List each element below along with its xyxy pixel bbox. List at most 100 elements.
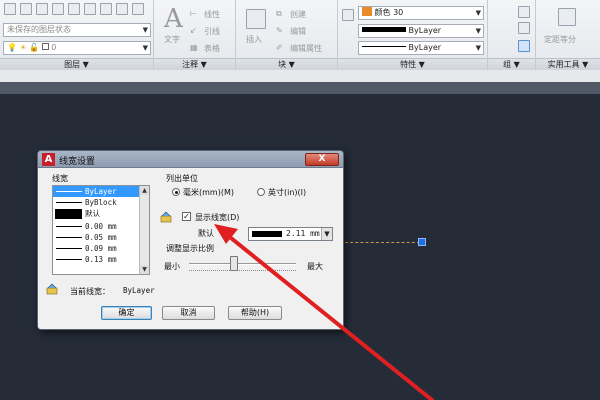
leader-icon[interactable]: ↙ <box>190 26 197 35</box>
grip-handle[interactable] <box>418 238 426 246</box>
table-icon[interactable]: ▦ <box>190 43 198 52</box>
unit-mm-radio[interactable] <box>172 188 180 196</box>
color-combo-text: 颜色 30 <box>374 8 404 17</box>
edit-block-icon[interactable]: ✎ <box>276 26 283 35</box>
dialog-body: 线宽 ByLayer ByBlock 默认 0.00 mm 0.05 mm 0.… <box>38 168 343 329</box>
group-select-icon[interactable] <box>518 40 530 52</box>
table-label[interactable]: 表格 <box>204 43 220 54</box>
lineweight-combo[interactable]: ByLayer ▼ <box>358 24 484 38</box>
file-tab-bar <box>0 82 600 94</box>
linetype-swatch-icon <box>362 46 406 47</box>
display-lineweight-checkbox[interactable]: ✓ <box>182 212 191 221</box>
lightbulb-icon: 💡 <box>7 43 17 52</box>
layer-walk-icon[interactable] <box>132 3 144 15</box>
unit-in-radio[interactable] <box>257 188 265 196</box>
ungroup-icon[interactable] <box>518 22 530 34</box>
layers-panel-title[interactable]: 图层 ▼ <box>0 58 153 70</box>
measure-icon[interactable] <box>558 8 576 26</box>
lineweight-swatch-icon <box>362 27 406 32</box>
layer-match-icon[interactable] <box>116 3 128 15</box>
lineweight-item-bylayer[interactable]: ByLayer <box>53 186 149 197</box>
chevron-down-icon: ▼ <box>321 228 332 240</box>
layer-combo[interactable]: 💡 ☀ 🔓 0 ▼ <box>3 41 151 55</box>
linetype-combo[interactable]: ByLayer ▼ <box>358 41 484 55</box>
utilities-panel-title[interactable]: 实用工具 ▼ <box>536 58 600 70</box>
unit-in-label[interactable]: 英寸(in)(I) <box>268 187 306 198</box>
close-button[interactable]: X <box>305 153 339 166</box>
unit-mm-label[interactable]: 毫米(mm)(M) <box>183 187 234 198</box>
help-button[interactable]: 帮助(H) <box>228 306 282 320</box>
lineweight-item-default[interactable]: 默认 <box>53 208 149 221</box>
chevron-down-icon: ▼ <box>475 44 481 52</box>
layer-isolate-icon[interactable] <box>36 3 48 15</box>
scroll-down-icon[interactable]: ▼ <box>140 265 149 274</box>
scale-min-label: 最小 <box>164 262 180 271</box>
text-icon[interactable]: A <box>164 4 183 34</box>
display-lineweight-label[interactable]: 显示线宽(D) <box>195 212 239 223</box>
panel-title-text: 块 <box>278 60 287 69</box>
line-sample <box>56 226 82 227</box>
chevron-down-icon: ▼ <box>475 9 481 17</box>
create-block-icon[interactable]: ⧉ <box>276 9 282 19</box>
layer-lock-icon[interactable] <box>100 3 112 15</box>
scroll-up-icon[interactable]: ▲ <box>140 186 149 195</box>
layer-state-combo[interactable]: 未保存的图层状态 ▼ <box>3 23 151 37</box>
edit-attr-label[interactable]: 编辑属性 <box>290 43 322 54</box>
text-tool-label[interactable]: 文字 <box>164 34 180 45</box>
lineweight-item-0-13[interactable]: 0.13 mm <box>53 254 149 265</box>
divide-tool-label[interactable]: 定距等分 <box>544 34 576 45</box>
display-scale-slider[interactable] <box>189 263 296 265</box>
dialog-titlebar[interactable]: A 线宽设置 X <box>38 151 343 168</box>
block-panel: 插入 ⧉ 创建 ✎ 编辑 ✐ 编辑属性 块 ▼ <box>236 0 338 70</box>
lock-icon: 🔓 <box>29 43 40 52</box>
layer-properties-icon[interactable] <box>4 3 16 15</box>
linear-dim-label[interactable]: 线性 <box>204 9 220 20</box>
block-panel-title[interactable]: 块 ▼ <box>236 58 337 70</box>
line-sample <box>56 237 82 238</box>
create-block-label[interactable]: 创建 <box>290 9 306 20</box>
lineweight-item-label: 0.09 mm <box>85 244 117 253</box>
layer-state-icon[interactable] <box>20 3 32 15</box>
default-lineweight-value: 2.11 mm <box>286 229 320 238</box>
linear-dim-icon[interactable]: ⊢ <box>190 9 197 18</box>
lineweight-item-0-09[interactable]: 0.09 mm <box>53 243 149 254</box>
color-combo[interactable]: 颜色 30 ▼ <box>358 6 484 20</box>
group-icon[interactable] <box>518 6 530 18</box>
line-sample <box>56 202 82 203</box>
lineweight-item-byblock[interactable]: ByBlock <box>53 197 149 208</box>
lineweights-group-label: 线宽 <box>52 174 68 183</box>
current-lineweight-icon <box>46 283 58 295</box>
annotation-panel-title[interactable]: 注释 ▼ <box>154 58 235 70</box>
lineweight-item-label: ByLayer <box>85 187 117 196</box>
layer-off-icon[interactable] <box>68 3 80 15</box>
default-lineweight-select[interactable]: 2.11 mm ▼ <box>248 227 333 241</box>
current-lineweight-label: 当前线宽： <box>70 287 110 296</box>
slider-thumb[interactable] <box>229 256 238 271</box>
edit-block-label[interactable]: 编辑 <box>290 26 306 37</box>
display-scale-label: 调整显示比例 <box>166 244 214 253</box>
line-sample <box>55 209 82 219</box>
layer-freeze-icon[interactable] <box>84 3 96 15</box>
line-sample <box>56 248 82 249</box>
layer-unisolate-icon[interactable] <box>52 3 64 15</box>
match-properties-icon[interactable] <box>342 9 354 21</box>
edit-attr-icon[interactable]: ✐ <box>276 43 283 52</box>
color-swatch-icon <box>41 43 49 50</box>
utilities-panel: 定距等分 实用工具 ▼ <box>536 0 600 70</box>
insert-block-label[interactable]: 插入 <box>246 34 262 45</box>
panel-title-text: 图层 <box>64 60 81 69</box>
lineweight-list[interactable]: ByLayer ByBlock 默认 0.00 mm 0.05 mm 0.09 … <box>52 185 150 275</box>
properties-panel-title[interactable]: 特性 ▼ <box>338 58 487 70</box>
lineweight-item-0-05[interactable]: 0.05 mm <box>53 232 149 243</box>
linetype-combo-text: ByLayer <box>408 43 442 52</box>
current-lineweight-value: ByLayer <box>123 286 155 295</box>
ok-button[interactable]: 确定 <box>101 306 152 320</box>
list-scrollbar[interactable]: ▲ ▼ <box>139 186 149 274</box>
leader-label[interactable]: 引线 <box>204 26 220 37</box>
annotation-panel: A 文字 ⊢ 线性 ↙ 引线 ▦ 表格 注释 ▼ <box>154 0 236 70</box>
insert-block-icon[interactable] <box>246 9 266 29</box>
lineweight-item-0-00[interactable]: 0.00 mm <box>53 221 149 232</box>
layer-combo-text: 0 <box>51 43 57 52</box>
group-panel-title[interactable]: 组 ▼ <box>488 58 535 70</box>
cancel-button[interactable]: 取消 <box>162 306 215 320</box>
